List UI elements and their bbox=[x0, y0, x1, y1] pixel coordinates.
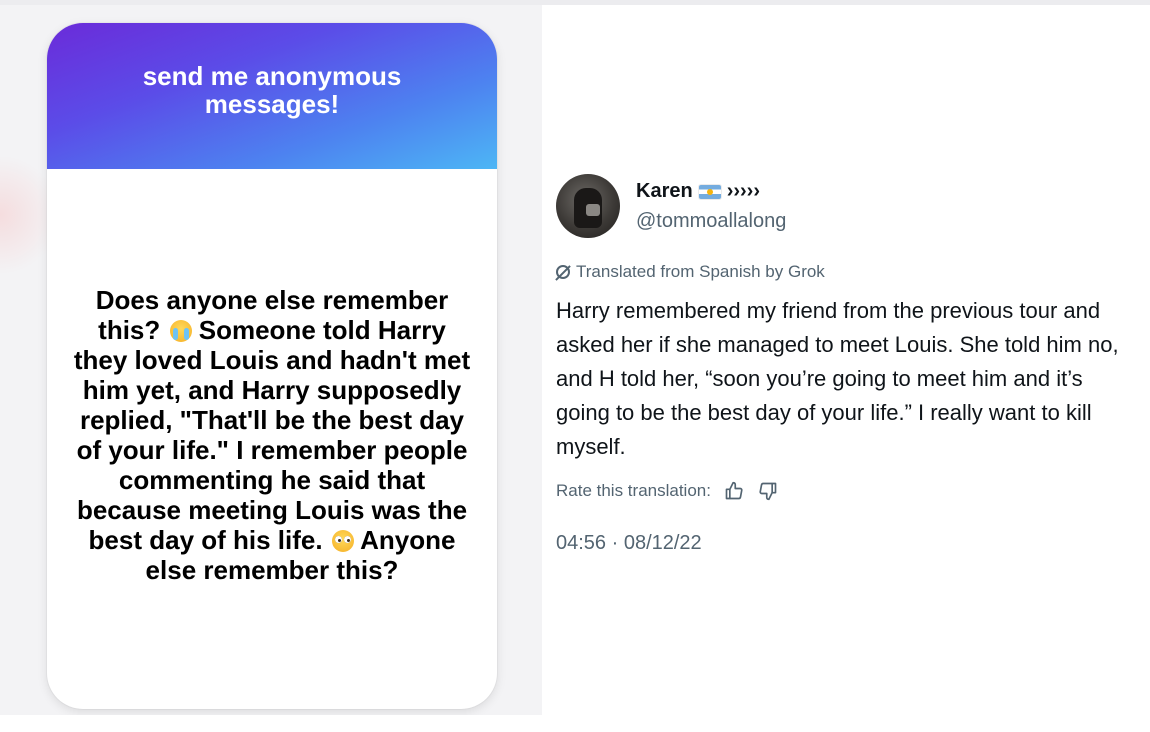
translation-notice: Translated from Spanish by Grok bbox=[556, 262, 825, 282]
card-header: send me anonymous messages! bbox=[47, 23, 497, 169]
avatar[interactable] bbox=[556, 174, 620, 238]
anonymous-message-text: Does anyone else remember this? Someone … bbox=[72, 285, 472, 585]
bottom-margin bbox=[0, 715, 1150, 732]
tweet-timestamp[interactable]: 04:56 · 08/12/22 bbox=[556, 532, 702, 555]
anonymous-message-panel: send me anonymous messages! Does anyone … bbox=[0, 5, 542, 715]
screenshot-root: send me anonymous messages! Does anyone … bbox=[0, 0, 1150, 732]
thumbs-up-icon[interactable] bbox=[723, 480, 745, 502]
rate-translation-row: Rate this translation: bbox=[556, 480, 779, 502]
grok-icon bbox=[556, 265, 570, 279]
user-handle[interactable]: @tommoallalong bbox=[636, 210, 786, 233]
argentina-flag-icon bbox=[698, 184, 721, 199]
anonymous-message-card: send me anonymous messages! Does anyone … bbox=[47, 23, 497, 709]
loudly-crying-face-icon bbox=[169, 320, 192, 342]
tweet-text: Harry remembered my friend from the prev… bbox=[556, 298, 1119, 459]
card-header-title: send me anonymous messages! bbox=[142, 61, 402, 119]
name-suffix: ››››› bbox=[726, 180, 761, 202]
user-name-row[interactable]: Karen ››››› bbox=[636, 180, 760, 203]
card-body: Does anyone else remember this? Someone … bbox=[47, 169, 497, 709]
rate-label: Rate this translation: bbox=[556, 481, 711, 500]
display-name[interactable]: Karen bbox=[636, 180, 693, 203]
message-part-2: Someone told Harry they loved Louis and … bbox=[73, 315, 471, 555]
thumbs-down-icon[interactable] bbox=[757, 480, 779, 502]
translated-label: Translated from Spanish by Grok bbox=[576, 262, 825, 281]
pleading-face-icon bbox=[331, 530, 354, 552]
avatar-highlight bbox=[586, 204, 600, 216]
